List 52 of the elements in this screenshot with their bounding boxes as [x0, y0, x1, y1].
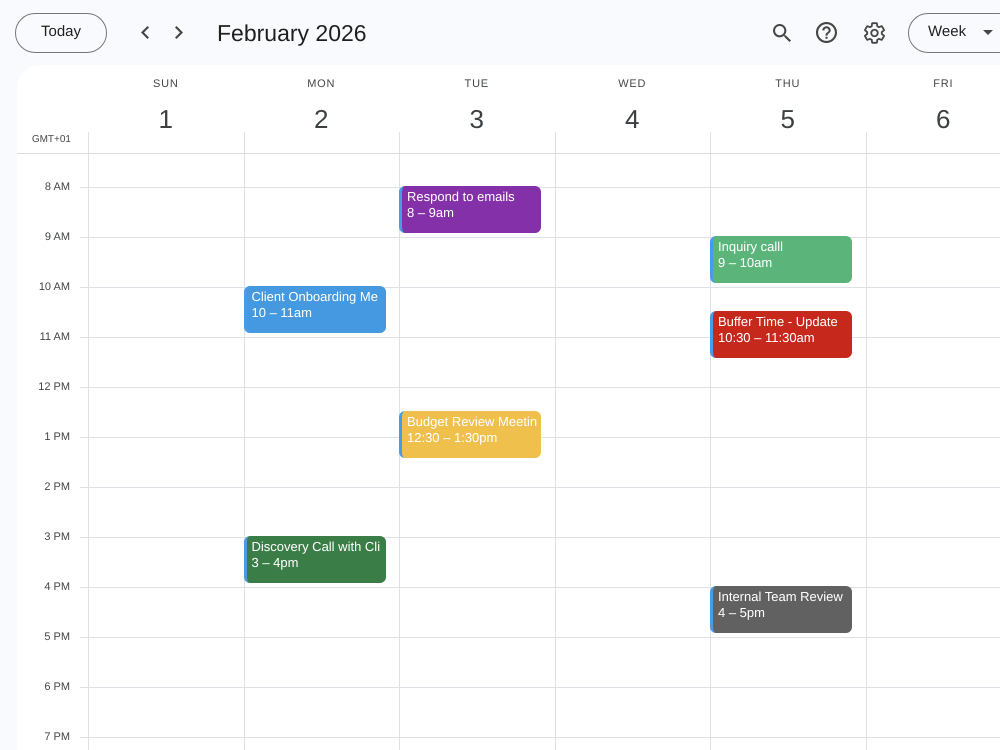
date-number[interactable]: 2 [314, 106, 328, 132]
today-button[interactable]: Today [15, 12, 107, 52]
event-title: Discovery Call with Cli [252, 539, 380, 555]
hour-label: 4 PM [44, 580, 70, 594]
event-title: Budget Review Meetin [407, 414, 538, 430]
event-time: 12:30 – 1:30pm [407, 430, 498, 446]
weekday-label: MON [307, 77, 336, 91]
hour-label: 12 PM [38, 380, 70, 394]
caret-icon [983, 30, 994, 35]
event-time: 8 – 9am [407, 205, 454, 221]
date-number[interactable]: 3 [470, 106, 484, 132]
settings-icon [864, 22, 884, 44]
hour-label: 2 PM [44, 480, 70, 494]
event-time: 3 – 4pm [252, 555, 298, 571]
event-title: Inquiry calll [718, 239, 784, 255]
weekday-label: THU [775, 77, 800, 91]
search-icon [773, 24, 791, 42]
chevron-left-icon [141, 26, 149, 39]
event-card[interactable]: Discovery Call with Cli 3 – 4pm [244, 536, 386, 583]
event-time: 10:30 – 11:30am [718, 330, 815, 346]
weekday-label: TUE [464, 77, 489, 91]
event-time: 9 – 10am [718, 255, 772, 271]
weekday-label: WED [618, 77, 646, 91]
help-icon [816, 22, 836, 43]
date-number[interactable]: 5 [780, 106, 795, 132]
hour-label: 5 PM [44, 630, 70, 644]
hour-label: 11 AM [40, 330, 70, 344]
hour-label: 8 AM [44, 180, 70, 194]
event-time: 10 – 11am [252, 305, 312, 321]
timezone-label: GMT+01 [32, 134, 71, 146]
date-number[interactable]: 6 [936, 106, 950, 132]
chevron-right-icon [175, 26, 183, 39]
event-card[interactable]: Respond to emails 8 – 9am [399, 186, 541, 233]
date-number[interactable]: 4 [625, 106, 640, 132]
hour-label: 3 PM [44, 530, 70, 544]
event-title: Respond to emails [407, 189, 515, 205]
weekday-label: FRI [933, 77, 954, 91]
weekday-label: SUN [152, 77, 179, 91]
date-number[interactable]: 1 [158, 106, 173, 132]
hour-label: 10 AM [38, 280, 70, 294]
hour-label: 1 PM [44, 430, 70, 444]
event-title: Client Onboarding Me [252, 289, 378, 305]
event-title: Internal Team Review [718, 589, 843, 605]
event-card[interactable]: Internal Team Review 4 – 5pm [710, 586, 852, 633]
view-dropdown[interactable]: Week [908, 12, 1000, 52]
hour-label: 7 PM [44, 730, 70, 744]
hour-label: 6 PM [44, 680, 70, 694]
event-title: Buffer Time - Update [718, 314, 838, 330]
hour-label: 9 AM [44, 230, 70, 244]
month-title: February 2026 [217, 18, 367, 46]
event-time: 4 – 5pm [718, 605, 765, 621]
event-card[interactable]: Buffer Time - Update 10:30 – 11:30am [710, 311, 852, 358]
